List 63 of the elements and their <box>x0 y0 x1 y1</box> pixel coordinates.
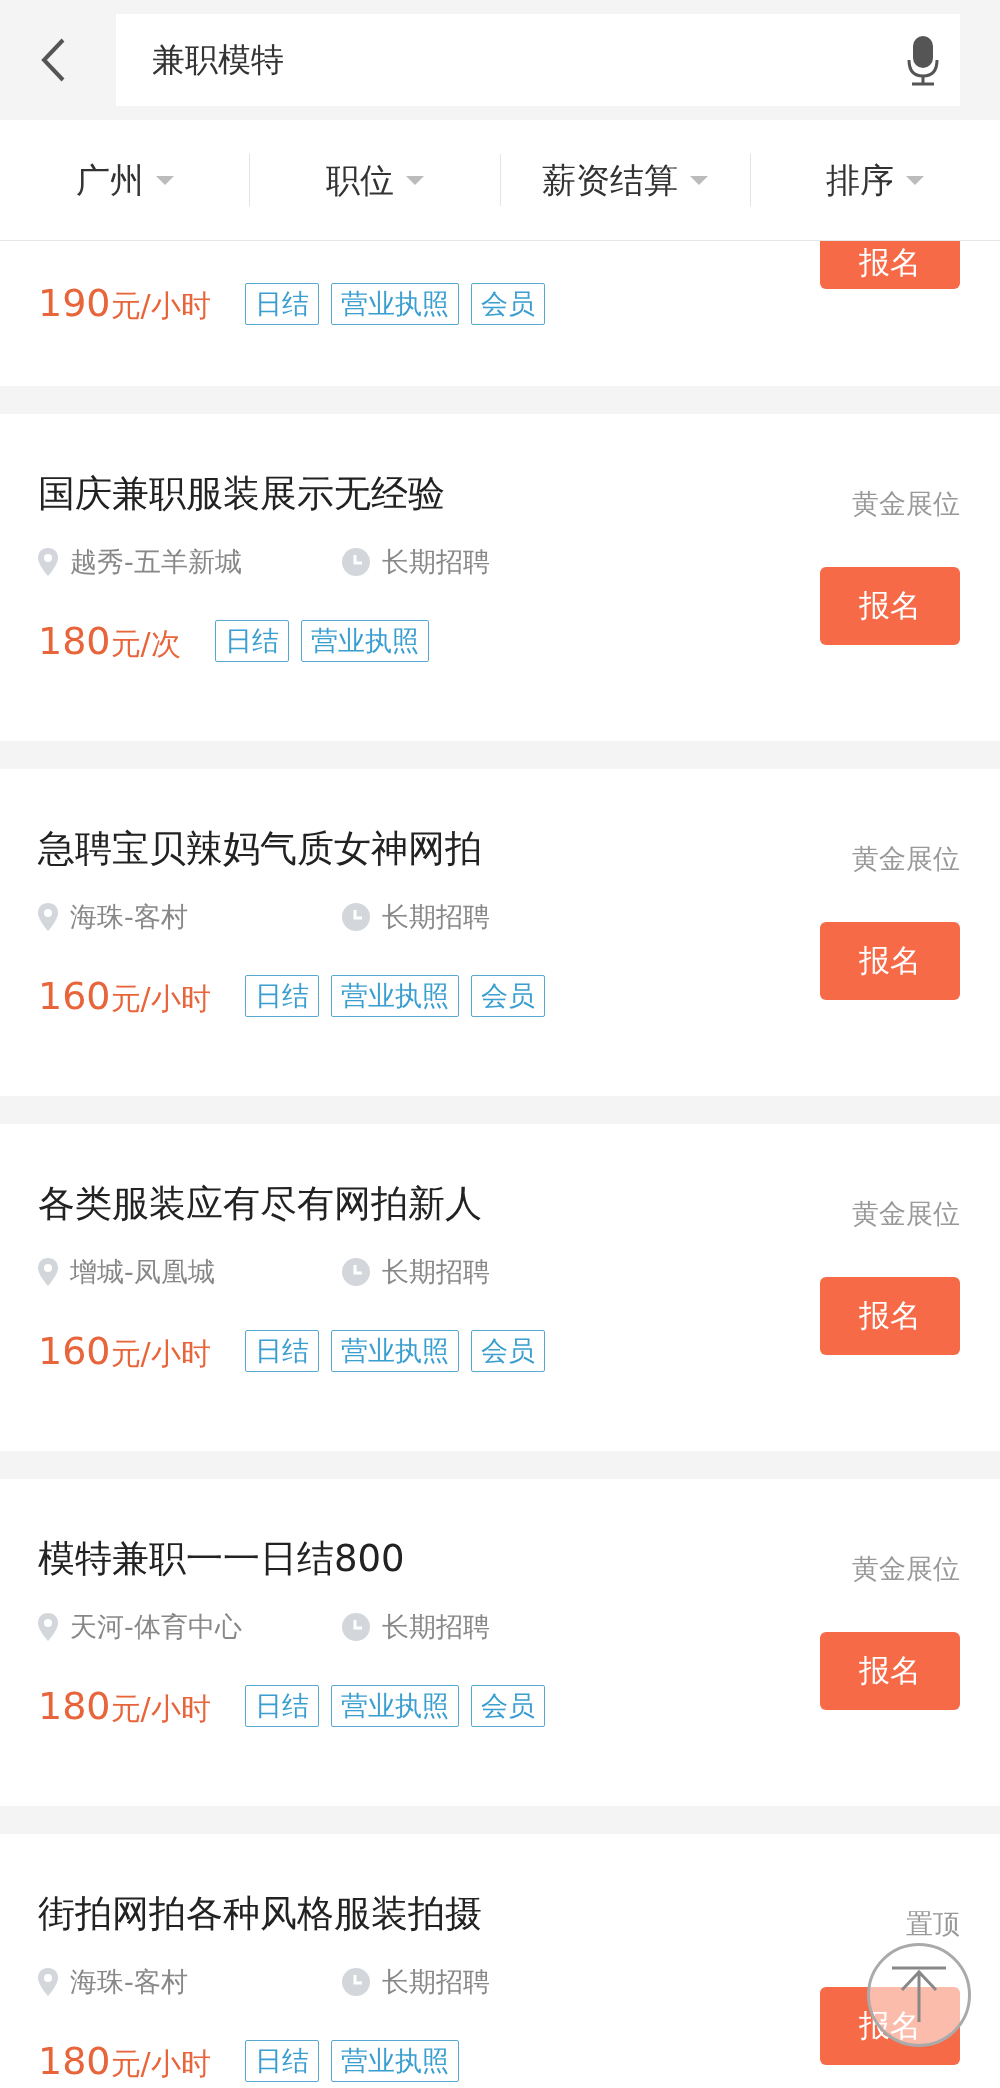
promotion-label: 置顶 <box>906 1907 960 1941</box>
job-tag: 日结 <box>244 975 319 1018</box>
job-tag: 日结 <box>214 620 289 663</box>
job-salary: 180元/小时 <box>38 1682 211 1730</box>
job-tag: 日结 <box>244 1685 319 1728</box>
job-tag: 会员 <box>470 1685 545 1728</box>
caret-icon <box>155 175 174 185</box>
job-title: 各类服装应有尽有网拍新人 <box>38 1181 483 1227</box>
filter-dropdown[interactable]: 薪资结算 <box>500 154 751 206</box>
promotion-label: 黄金展位 <box>852 1197 960 1231</box>
promotion-label: 黄金展位 <box>852 487 960 521</box>
job-tag: 会员 <box>470 282 545 325</box>
microphone-icon[interactable] <box>906 34 940 86</box>
clock-icon <box>342 1968 370 1997</box>
job-tag: 日结 <box>244 2040 319 2083</box>
filter-dropdown[interactable]: 广州 <box>0 154 251 206</box>
location-pin-icon <box>38 1613 58 1642</box>
job-salary: 180元/小时 <box>38 2037 211 2085</box>
job-tag: 营业执照 <box>330 975 459 1018</box>
job-title: 急聘宝贝辣妈气质女神网拍 <box>38 826 483 872</box>
caret-icon <box>906 175 925 185</box>
job-tag: 营业执照 <box>330 2040 459 2083</box>
job-tag: 会员 <box>470 975 545 1018</box>
job-tag: 日结 <box>244 1330 319 1373</box>
job-period: 长期招聘 <box>382 1610 490 1645</box>
job-period: 长期招聘 <box>382 545 490 580</box>
caret-icon <box>690 175 709 185</box>
location-pin-icon <box>38 1968 58 1997</box>
job-tag: 营业执照 <box>300 620 429 663</box>
job-location: 增城-凤凰城 <box>70 1255 216 1290</box>
job-salary: 180元/次 <box>38 617 181 665</box>
search-bar[interactable]: 兼职模特 <box>116 14 960 106</box>
caret-icon <box>405 175 424 185</box>
filter-dropdown[interactable]: 职位 <box>250 154 501 206</box>
job-title: 街拍网拍各种风格服装拍摄 <box>38 1891 483 1937</box>
job-salary: 160元/小时 <box>38 1327 211 1375</box>
location-pin-icon <box>38 1258 58 1287</box>
job-tag: 营业执照 <box>330 1685 459 1728</box>
job-period: 长期招聘 <box>382 1255 490 1290</box>
job-tag: 营业执照 <box>330 1330 459 1373</box>
job-title: 模特兼职一一日结800 <box>38 1536 406 1582</box>
job-tag: 会员 <box>470 1330 545 1373</box>
job-tag: 营业执照 <box>330 282 459 325</box>
job-location: 天河-体育中心 <box>70 1610 243 1645</box>
job-period: 长期招聘 <box>382 1965 490 2000</box>
job-location: 海珠-客村 <box>70 1965 189 2000</box>
job-period: 长期招聘 <box>382 900 490 935</box>
filter-dropdown[interactable]: 排序 <box>750 154 1000 206</box>
job-title: 国庆兼职服装展示无经验 <box>38 471 446 517</box>
job-location: 海珠-客村 <box>70 900 189 935</box>
job-salary: 160元/小时 <box>38 972 211 1020</box>
promotion-label: 黄金展位 <box>852 1552 960 1586</box>
back-icon[interactable] <box>40 37 66 83</box>
location-pin-icon <box>38 903 58 932</box>
clock-icon <box>342 903 370 932</box>
promotion-label: 黄金展位 <box>852 842 960 876</box>
job-tag: 日结 <box>244 282 319 325</box>
job-location: 越秀-五羊新城 <box>70 545 243 580</box>
job-salary: 190元/小时 <box>38 280 211 327</box>
clock-icon <box>342 1258 370 1287</box>
clock-icon <box>342 1613 370 1642</box>
clock-icon <box>342 548 370 577</box>
location-pin-icon <box>38 548 58 577</box>
